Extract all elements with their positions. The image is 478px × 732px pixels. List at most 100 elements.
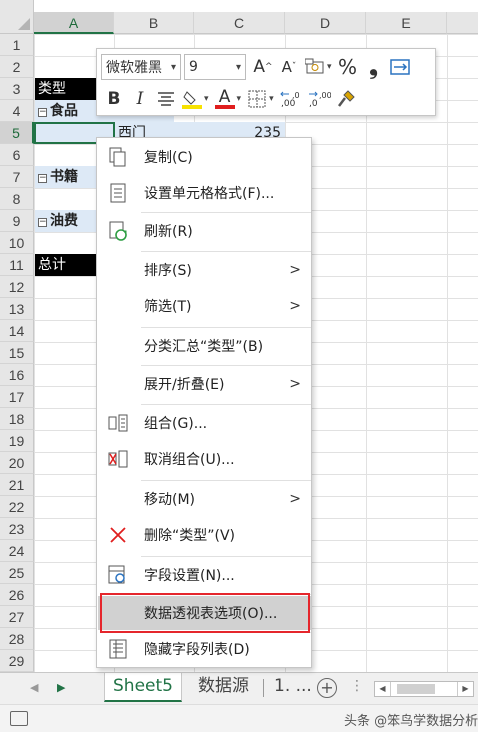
scroll-tabs-left-icon[interactable]: ◀ [30,681,38,694]
row-header-11[interactable]: 11 [0,254,34,276]
row-header-25[interactable]: 25 [0,562,34,584]
row-header-29[interactable]: 29 [0,650,34,672]
scroll-right-icon[interactable]: ▶ [457,682,473,696]
increase-decimal-button[interactable]: ,00,0 [279,86,303,112]
menu-item-subtotal[interactable]: 分类汇总“类型”(B) [98,329,311,363]
comma-style-button[interactable]: ❟ [363,54,385,80]
row-header-21[interactable]: 21 [0,474,34,496]
chevron-down-icon[interactable]: ▾ [269,94,274,104]
font-color-icon: A [218,87,231,107]
row-header-6[interactable]: 6 [0,144,34,166]
row-header-22[interactable]: 22 [0,496,34,518]
column-header-c[interactable]: C [194,12,285,34]
menu-item-expand-collapse[interactable]: 展开/折叠(E) > [98,367,311,401]
row-header-1[interactable]: 1 [0,34,34,56]
bold-button[interactable]: B [103,86,125,112]
collapse-icon[interactable]: − [38,218,47,227]
row-header-15[interactable]: 15 [0,342,34,364]
menu-item-field-settings[interactable]: 字段设置(N)... [98,558,311,592]
menu-item-sort[interactable]: 排序(S) > [98,253,311,287]
row-header-10[interactable]: 10 [0,232,34,254]
borders-button[interactable] [246,86,268,112]
font-color-button[interactable]: A [214,86,236,112]
menu-item-copy[interactable]: 复制(C) [98,140,311,174]
row-header-20[interactable]: 20 [0,452,34,474]
chevron-down-icon[interactable]: ▾ [237,94,242,104]
row-header-24[interactable]: 24 [0,540,34,562]
column-header-a[interactable]: A [34,12,114,34]
menu-item-label: 移动(M) [144,492,196,508]
chevron-down-icon[interactable]: ▾ [327,62,332,72]
menu-item-label: 取消组合(U)... [144,452,235,468]
row-header-5[interactable]: 5 [0,122,34,144]
row-header-27[interactable]: 27 [0,606,34,628]
increase-font-size-button[interactable]: A ^ [252,54,274,80]
menu-item-hide-field-list[interactable]: 隐藏字段列表(D) [98,632,311,666]
increase-decimal-icon: ,00,0 [279,91,299,109]
row-header-23[interactable]: 23 [0,518,34,540]
row-header-28[interactable]: 28 [0,628,34,650]
row-header-8[interactable]: 8 [0,188,34,210]
row-header-7[interactable]: 7 [0,166,34,188]
fill-color-button[interactable] [181,86,203,112]
sheet-tab-active[interactable]: Sheet5 [104,673,182,702]
collapse-icon[interactable]: − [38,174,47,183]
column-header-b[interactable]: B [114,12,194,34]
column-header-d[interactable]: D [285,12,366,34]
row-header-4[interactable]: 4 [0,100,34,122]
sheet-tab-data-source[interactable]: 数据源 [190,673,257,702]
row-header-3[interactable]: 3 [0,78,34,100]
row-header-14[interactable]: 14 [0,320,34,342]
row-header-19[interactable]: 19 [0,430,34,452]
row-header-12[interactable]: 12 [0,276,34,298]
font-size-select[interactable]: 9 ▾ [184,54,246,80]
more-options-icon[interactable]: ⋮ [350,678,364,694]
row-header-18[interactable]: 18 [0,408,34,430]
decrease-decimal-button[interactable]: ,0,00 [307,86,331,112]
menu-item-label: 设置单元格格式(F)... [144,186,275,202]
row-header-16[interactable]: 16 [0,364,34,386]
menu-item-label: 复制(C) [144,150,193,166]
align-center-button[interactable] [155,86,177,112]
font-name-select[interactable]: 微软雅黑 ▾ [101,54,181,80]
font-name-value: 微软雅黑 [106,60,162,76]
row-header-9[interactable]: 9 [0,210,34,232]
menu-item-label: 分类汇总“类型”(B) [144,339,264,355]
row-header-17[interactable]: 17 [0,386,34,408]
menu-item-move[interactable]: 移动(M) > [98,482,311,516]
collapse-icon[interactable]: − [38,108,47,117]
menu-separator [141,365,311,366]
context-menu: 复制(C) 设置单元格格式(F)... 刷新(R) 排序(S) > 筛选(T) … [96,137,312,668]
menu-item-format-cells[interactable]: 设置单元格格式(F)... [98,176,311,210]
chevron-down-icon[interactable]: ▾ [204,94,209,104]
scrollbar-thumb[interactable] [397,684,435,694]
add-sheet-icon[interactable]: + [317,678,337,698]
row-header-26[interactable]: 26 [0,584,34,606]
sheet-tab-more[interactable]: 1. ... [266,673,320,702]
menu-item-ungroup[interactable]: 取消组合(U)... [98,442,311,476]
scroll-left-icon[interactable]: ◀ [375,682,391,696]
italic-button[interactable]: I [129,86,151,112]
row-header-13[interactable]: 13 [0,298,34,320]
menu-item-delete[interactable]: 删除“类型”(V) [98,518,311,552]
percent-style-button[interactable]: % [337,54,359,80]
chevron-right-icon: > [289,491,301,507]
row-header-2[interactable]: 2 [0,56,34,78]
menu-item-label: 筛选(T) [144,299,192,315]
macro-record-icon[interactable] [10,711,28,726]
decrease-font-size-button[interactable]: Aˇ [278,54,300,80]
horizontal-scrollbar[interactable]: ◀ ▶ [374,681,474,697]
select-all-corner[interactable] [0,0,34,34]
format-painter-button[interactable] [335,86,357,112]
borders-icon [248,90,266,108]
number-format-button[interactable] [304,54,326,80]
wrap-format-button[interactable] [389,54,411,80]
column-header-e[interactable]: E [366,12,447,34]
menu-item-group[interactable]: 组合(G)... [98,406,311,440]
scroll-tabs-right-icon[interactable]: ▶ [57,681,65,694]
column-header-f[interactable] [447,12,478,34]
font-size-value: 9 [189,59,198,75]
gridline [447,34,448,672]
menu-item-filter[interactable]: 筛选(T) > [98,289,311,323]
menu-item-refresh[interactable]: 刷新(R) [98,214,311,248]
